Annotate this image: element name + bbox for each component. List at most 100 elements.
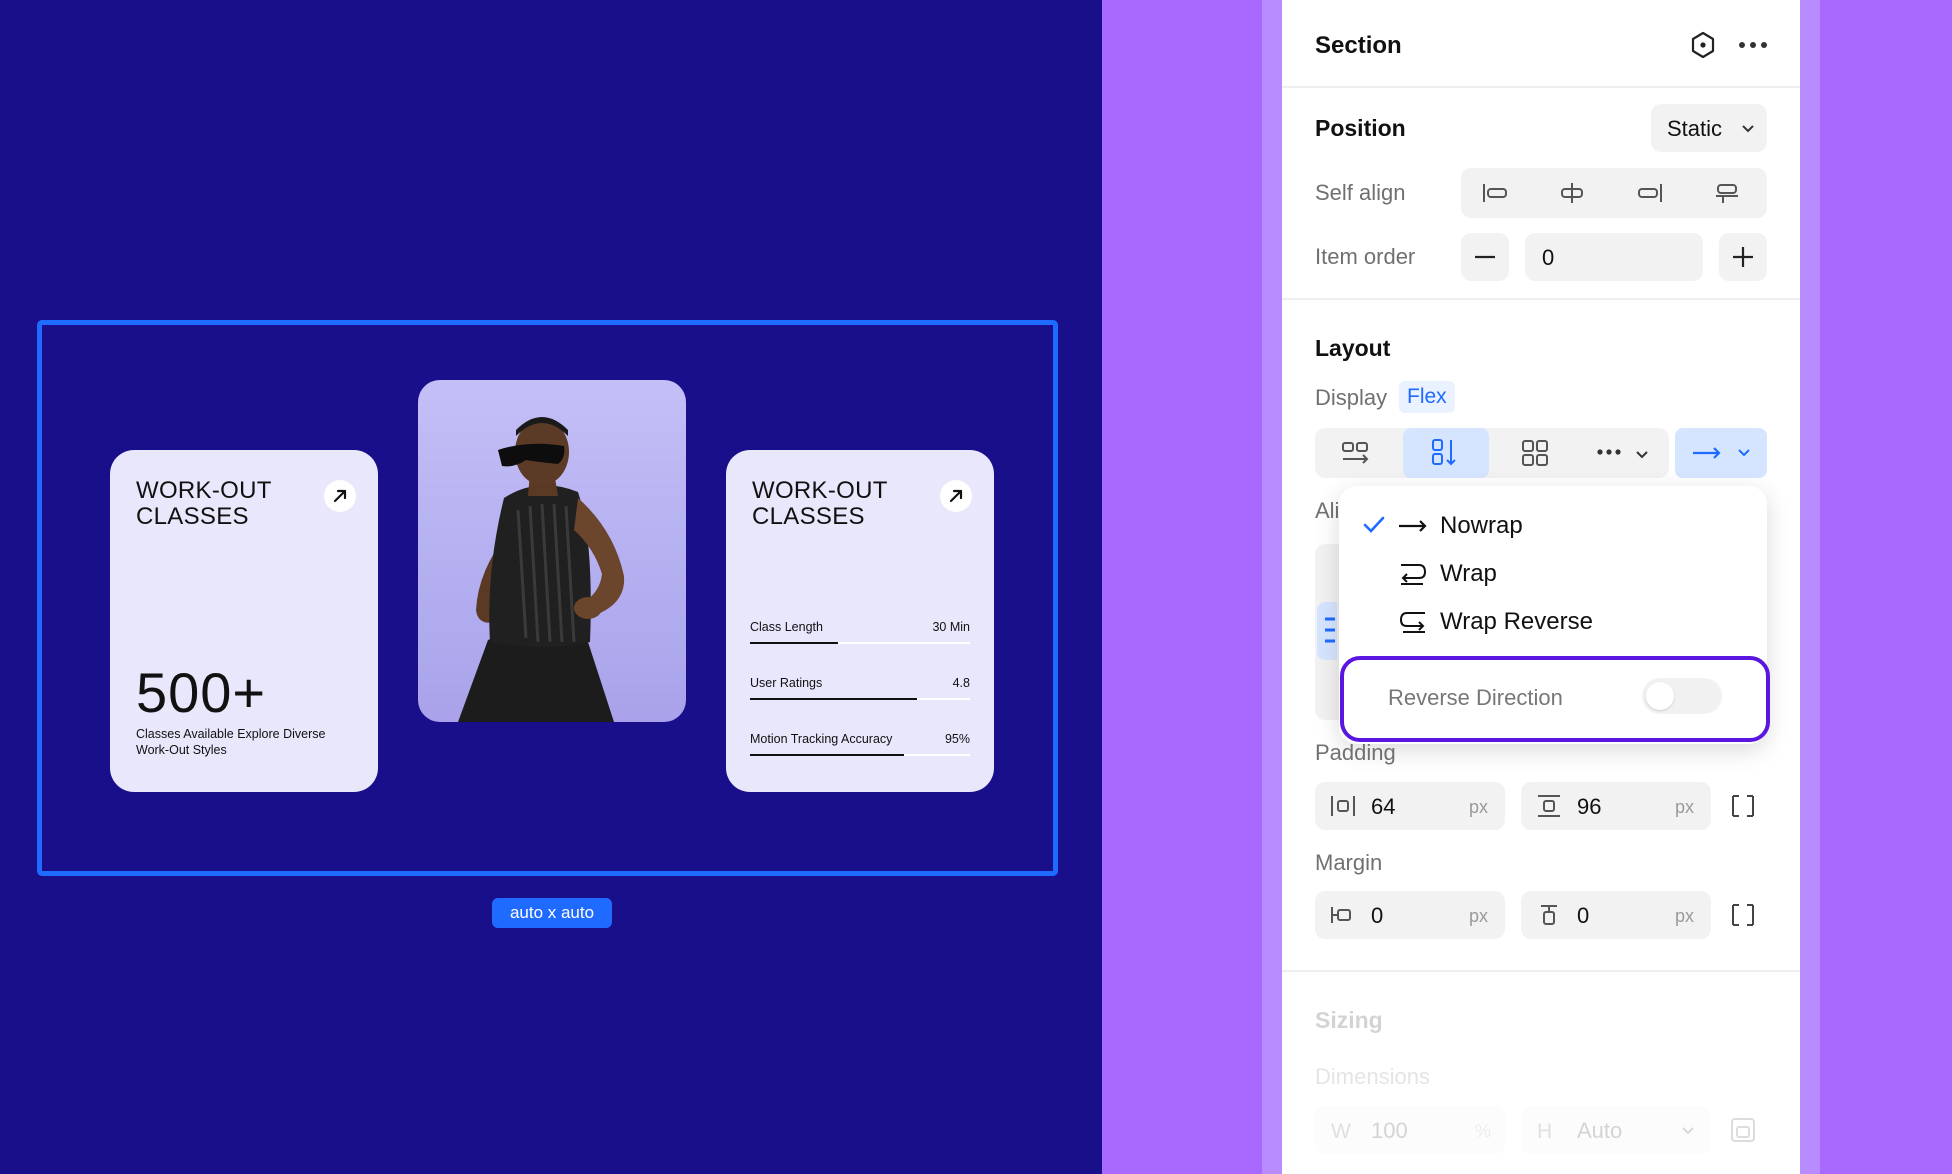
stat-motion-accuracy: Motion Tracking Accuracy 95%: [750, 732, 970, 766]
card-description: Classes Available Explore Diverse Work-O…: [136, 727, 326, 757]
wrap-option-label: Wrap: [1440, 560, 1497, 587]
align-stretch-icon[interactable]: [1711, 178, 1743, 208]
stat-user-ratings: User Ratings 4.8: [750, 676, 970, 710]
workspace-bg-right: [1820, 0, 1952, 1174]
item-order-input[interactable]: 0: [1525, 233, 1703, 281]
athlete-photo[interactable]: [418, 380, 686, 722]
margin-vertical-field[interactable]: 0 px: [1521, 891, 1711, 939]
align-lines-icon: [1325, 617, 1335, 643]
panel-title: Section: [1315, 32, 1402, 59]
layout-title: Layout: [1315, 335, 1391, 361]
chevron-down-icon: [1682, 1127, 1694, 1135]
align-start-icon[interactable]: [1479, 178, 1511, 208]
direction-column-icon: [1432, 439, 1456, 466]
item-order-value: 0: [1542, 245, 1555, 270]
sizing-title: Sizing: [1315, 1007, 1383, 1033]
arrow-right-icon: [1399, 520, 1427, 532]
height-field[interactable]: H Auto: [1521, 1106, 1711, 1154]
self-align-group: [1461, 168, 1767, 218]
wrap-option-label: Nowrap: [1440, 512, 1523, 539]
item-order-decrement[interactable]: [1461, 233, 1509, 281]
workout-card-count[interactable]: WORK-OUT CLASSES 500+ Classes Available …: [110, 450, 378, 792]
height-label: H: [1537, 1120, 1553, 1143]
size-badge: auto x auto: [492, 898, 612, 928]
wrap-option-nowrap[interactable]: Nowrap: [1339, 504, 1767, 548]
stat-progress: [750, 698, 918, 700]
wrap-icon: [1401, 564, 1427, 585]
stat-label: Motion Tracking Accuracy: [750, 732, 893, 746]
workspace-strip-right: [1800, 0, 1820, 1174]
more-options-icon[interactable]: [1736, 28, 1770, 62]
chevron-down-icon: [1742, 125, 1754, 133]
padding-horizontal-field[interactable]: 64 px: [1315, 782, 1505, 830]
divider: [1282, 86, 1800, 88]
reverse-direction-toggle[interactable]: [1642, 678, 1722, 714]
stat-progress: [750, 754, 904, 756]
margin-horizontal-icon: [1331, 907, 1351, 923]
stat-class-length: Class Length 30 Min: [750, 620, 970, 654]
wrap-option-wrap[interactable]: Wrap: [1339, 552, 1767, 596]
padding-individual-icon[interactable]: [1727, 790, 1759, 822]
dimensions-label: Dimensions: [1315, 1064, 1430, 1089]
stat-progress: [750, 642, 838, 644]
position-select[interactable]: Static: [1651, 104, 1767, 152]
big-number: 500+: [136, 661, 267, 724]
margin-horizontal-field[interactable]: 0 px: [1315, 891, 1505, 939]
stat-value: 4.8: [952, 676, 970, 690]
width-value: 100: [1371, 1118, 1408, 1143]
wrap-option-wrap-reverse[interactable]: Wrap Reverse: [1339, 600, 1767, 644]
more-display-icon[interactable]: [1593, 438, 1653, 468]
unit-label: px: [1469, 797, 1489, 817]
stat-label: Class Length: [750, 620, 823, 634]
margin-horizontal-value: 0: [1371, 903, 1384, 928]
arrow-up-right-icon[interactable]: [324, 480, 356, 512]
margin-individual-icon[interactable]: [1727, 899, 1759, 931]
width-unit: %: [1475, 1121, 1492, 1141]
padding-label: Padding: [1315, 740, 1396, 765]
display-value-badge[interactable]: Flex: [1399, 381, 1455, 413]
align-label-partial: Ali: [1315, 498, 1340, 523]
grid-icon[interactable]: [1518, 438, 1552, 468]
divider: [1282, 970, 1800, 972]
flex-direction-group: [1315, 428, 1669, 478]
unit-label: px: [1675, 797, 1695, 817]
direction-row-icon[interactable]: [1339, 438, 1373, 468]
aspect-ratio-icon[interactable]: [1727, 1114, 1759, 1146]
wrap-option-label: Wrap Reverse: [1440, 608, 1593, 635]
unit-label: px: [1675, 906, 1695, 926]
align-center-icon[interactable]: [1556, 178, 1588, 208]
wrap-reverse-icon: [1399, 612, 1425, 633]
reverse-direction-label: Reverse Direction: [1388, 685, 1563, 710]
item-order-label: Item order: [1315, 244, 1416, 269]
component-hexagon-icon[interactable]: [1686, 28, 1720, 62]
margin-vertical-value: 0: [1577, 903, 1590, 928]
workout-card-stats[interactable]: WORK-OUT CLASSES Class Length 30 Min Use…: [726, 450, 994, 792]
width-label: W: [1331, 1120, 1351, 1143]
padding-vertical-icon: [1538, 795, 1560, 817]
self-align-label: Self align: [1315, 180, 1406, 205]
arrow-up-right-icon[interactable]: [940, 480, 972, 512]
stat-value: 95%: [944, 732, 970, 746]
width-field[interactable]: W 100 %: [1315, 1106, 1505, 1154]
padding-vertical-field[interactable]: 96 px: [1521, 782, 1711, 830]
stat-label: User Ratings: [750, 676, 823, 690]
workspace-strip-left: [1262, 0, 1282, 1174]
unit-label: px: [1469, 906, 1489, 926]
padding-horizontal-icon: [1331, 796, 1355, 816]
height-value: Auto: [1577, 1118, 1623, 1143]
padding-vertical-value: 96: [1577, 794, 1602, 819]
align-end-icon[interactable]: [1634, 178, 1666, 208]
display-label: Display: [1315, 385, 1388, 410]
arrow-right-icon: [1693, 447, 1750, 459]
plus-icon: [1733, 247, 1753, 267]
runner-figure-image: [458, 417, 625, 722]
direction-column-button[interactable]: [1403, 428, 1489, 478]
margin-vertical-icon: [1541, 905, 1557, 925]
divider: [1282, 298, 1800, 300]
stat-value: 30 Min: [932, 620, 970, 634]
item-order-increment[interactable]: [1719, 233, 1767, 281]
card-title: WORK-OUT CLASSES: [136, 477, 272, 530]
alignment-selected-peek: [1317, 602, 1337, 660]
flex-wrap-select[interactable]: [1675, 428, 1767, 478]
card-title: WORK-OUT CLASSES: [752, 477, 888, 530]
